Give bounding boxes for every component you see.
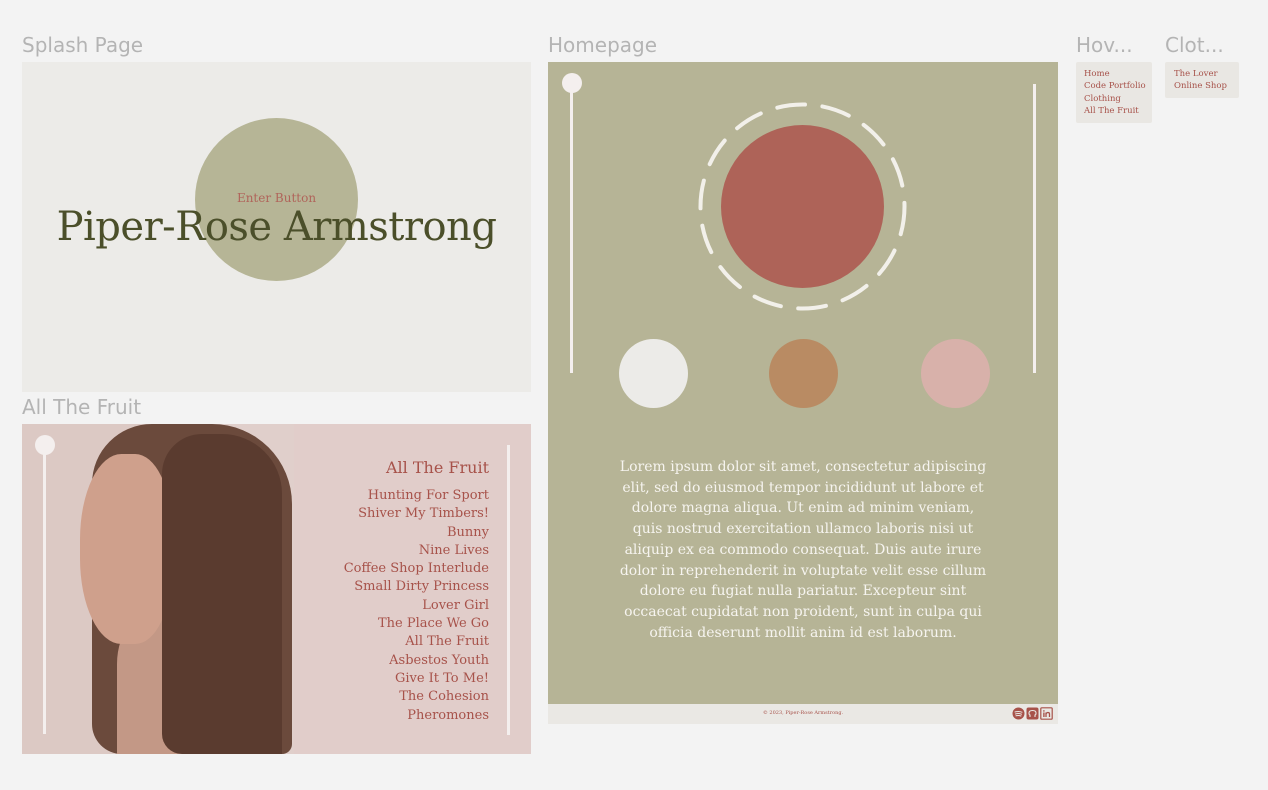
track-list: Hunting For Sport Shiver My Timbers! Bun… xyxy=(344,487,489,725)
scroll-knob[interactable] xyxy=(35,435,55,455)
scroll-track-left xyxy=(43,444,46,734)
track-item[interactable]: The Cohesion xyxy=(344,688,489,706)
clothing-menu-frame[interactable]: The Lover Online Shop xyxy=(1165,62,1239,98)
frame-label-hover[interactable]: Hov... xyxy=(1076,33,1133,57)
main-circle-button[interactable] xyxy=(721,125,884,288)
frame-label-homepage[interactable]: Homepage xyxy=(548,33,657,57)
menu-item-the-lover[interactable]: The Lover xyxy=(1174,68,1239,80)
scroll-knob[interactable] xyxy=(562,73,582,93)
frame-label-splash[interactable]: Splash Page xyxy=(22,33,143,57)
nav-dot-pink[interactable] xyxy=(921,339,990,408)
menu-item-code-portfolio[interactable]: Code Portfolio xyxy=(1084,80,1152,92)
track-item[interactable]: Bunny xyxy=(344,524,489,542)
menu-item-home[interactable]: Home xyxy=(1084,68,1152,80)
track-item[interactable]: Shiver My Timbers! xyxy=(344,505,489,523)
nav-dot-white[interactable] xyxy=(619,339,688,408)
homepage-frame[interactable]: Lorem ipsum dolor sit amet, consectetur … xyxy=(548,62,1058,724)
footer: © 2023, Piper-Rose Armstrong. xyxy=(548,704,1058,724)
splash-page-frame[interactable]: Enter Button Piper-Rose Armstrong xyxy=(22,62,531,392)
menu-item-clothing[interactable]: Clothing xyxy=(1084,93,1152,105)
copyright-text: © 2023, Piper-Rose Armstrong. xyxy=(762,710,844,716)
frame-label-clothing[interactable]: Clot... xyxy=(1165,33,1224,57)
album-title: All The Fruit xyxy=(385,458,489,477)
track-item[interactable]: Nine Lives xyxy=(344,542,489,560)
portrait-image xyxy=(22,424,294,754)
hover-menu-frame[interactable]: Home Code Portfolio Clothing All The Fru… xyxy=(1076,62,1152,123)
scroll-track-left xyxy=(570,84,573,373)
all-the-fruit-frame[interactable]: All The Fruit Hunting For Sport Shiver M… xyxy=(22,424,531,754)
intro-paragraph: Lorem ipsum dolor sit amet, consectetur … xyxy=(619,459,987,641)
track-item[interactable]: Lover Girl xyxy=(344,597,489,615)
menu-item-all-the-fruit[interactable]: All The Fruit xyxy=(1084,105,1152,117)
frame-label-fruit[interactable]: All The Fruit xyxy=(22,395,141,419)
linkedin-icon[interactable] xyxy=(1040,707,1053,720)
track-item[interactable]: Hunting For Sport xyxy=(344,487,489,505)
track-item[interactable]: Asbestos Youth xyxy=(344,652,489,670)
artist-name: Piper-Rose Armstrong xyxy=(56,204,497,250)
track-item[interactable]: All The Fruit xyxy=(344,633,489,651)
track-item[interactable]: Give It To Me! xyxy=(344,670,489,688)
track-item[interactable]: Small Dirty Princess xyxy=(344,578,489,596)
track-item[interactable]: The Place We Go xyxy=(344,615,489,633)
spotify-icon[interactable] xyxy=(1012,707,1025,720)
track-item[interactable]: Coffee Shop Interlude xyxy=(344,560,489,578)
github-icon[interactable] xyxy=(1026,707,1039,720)
menu-item-online-shop[interactable]: Online Shop xyxy=(1174,80,1239,92)
enter-button[interactable]: Enter Button xyxy=(22,191,531,205)
divider-right xyxy=(1033,84,1036,373)
divider-right xyxy=(507,445,510,735)
nav-dot-ochre[interactable] xyxy=(769,339,838,408)
track-item[interactable]: Pheromones xyxy=(344,707,489,725)
